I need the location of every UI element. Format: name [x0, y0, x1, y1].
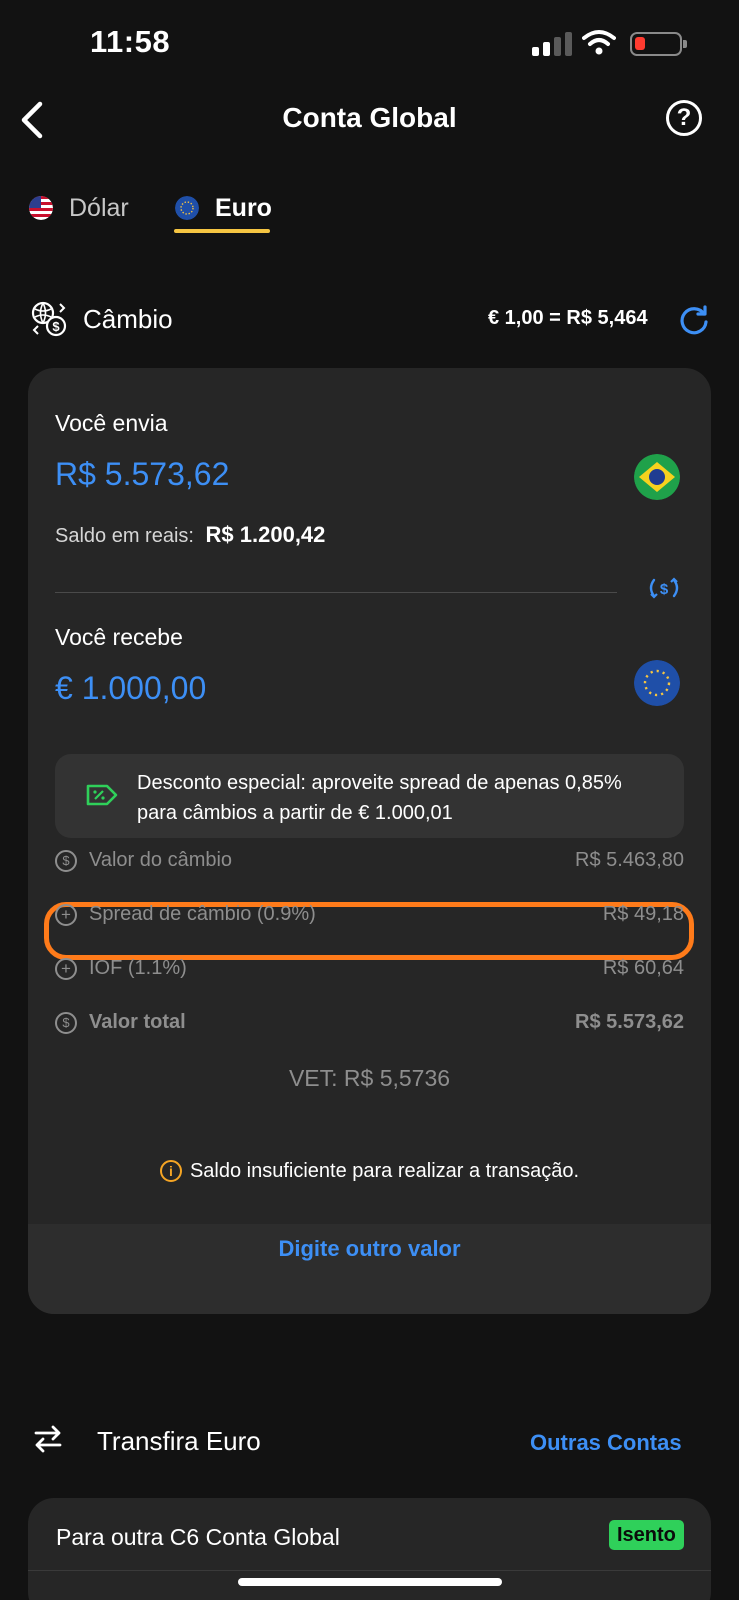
enter-other-value-button[interactable]: Digite outro valor [28, 1236, 711, 1262]
tab-euro-label: Euro [215, 194, 272, 222]
page-title: Conta Global [282, 102, 457, 133]
tab-dolar[interactable]: Dólar [29, 194, 139, 224]
transfer-arrows-icon [34, 1425, 62, 1453]
divider [55, 592, 617, 593]
promo-text: Desconto especial: aproveite spread de a… [137, 772, 622, 824]
row-valor-cambio: $ Valor do câmbio R$ 5.463,80 [55, 848, 684, 878]
list-item-label: Para outra C6 Conta Global [56, 1524, 340, 1550]
row-value: R$ 60,64 [602, 957, 684, 979]
discount-tag-icon [86, 784, 118, 806]
brazil-flag-icon [634, 454, 680, 500]
row-value: R$ 49,18 [602, 903, 684, 925]
active-tab-indicator [174, 229, 270, 233]
tab-dolar-label: Dólar [69, 194, 129, 222]
svg-text:$: $ [52, 319, 60, 334]
plus-circle-icon: + [55, 904, 77, 926]
row-value: R$ 5.573,62 [575, 1011, 684, 1033]
row-label: IOF (1.1%) [89, 957, 187, 979]
vet-value: VET: R$ 5,5736 [288, 1065, 451, 1091]
row-value: R$ 5.463,80 [575, 849, 684, 871]
refresh-icon[interactable] [678, 304, 710, 336]
us-flag-icon [29, 196, 53, 220]
receive-label: Você recebe [55, 624, 183, 650]
divider [28, 1570, 711, 1571]
swap-currency-icon[interactable]: $ [646, 574, 682, 602]
svg-text:$: $ [660, 581, 669, 598]
balance-line: Saldo em reais: R$ 1.200,42 [55, 522, 325, 548]
info-icon: i [159, 1160, 182, 1182]
row-label: Spread de câmbio (0.9%) [89, 903, 316, 925]
insufficient-balance-warning: i Saldo insuficiente para realizar a tran… [28, 1160, 711, 1183]
home-indicator[interactable] [238, 1578, 502, 1586]
other-accounts-link[interactable]: Outras Contas [530, 1430, 682, 1456]
eu-flag-icon [175, 196, 199, 220]
help-icon[interactable]: ? [666, 100, 702, 136]
send-label: Você envia [55, 410, 168, 436]
battery-icon [630, 32, 687, 56]
cellular-signal-icon [532, 30, 578, 56]
promo-banner: Desconto especial: aproveite spread de a… [55, 754, 684, 838]
exchange-rate: € 1,00 = R$ 5,464 [488, 307, 648, 329]
balance-value: R$ 1.200,42 [205, 522, 326, 547]
row-valor-total: $ Valor total R$ 5.573,62 [55, 1010, 684, 1040]
row-spread[interactable]: + Spread de câmbio (0.9%) R$ 49,18 [55, 902, 684, 932]
receive-amount[interactable]: € 1.000,00 [55, 670, 206, 707]
converter-card: Você envia R$ 5.573,62 Saldo em reais: R… [28, 368, 711, 1314]
row-label: Valor total [89, 1011, 186, 1033]
row-label: Valor do câmbio [89, 849, 233, 871]
dollar-circle-icon: $ [55, 1012, 77, 1034]
balance-label: Saldo em reais: [55, 525, 194, 547]
cambio-title: Câmbio [83, 304, 173, 334]
row-iof[interactable]: + IOF (1.1%) R$ 60,64 [55, 956, 684, 986]
fee-badge: Isento [609, 1520, 684, 1550]
tab-euro[interactable]: Euro [175, 194, 275, 224]
dollar-circle-icon: $ [55, 850, 77, 872]
wifi-icon [582, 30, 616, 55]
status-time: 11:58 [90, 24, 171, 59]
transfer-title: Transfira Euro [97, 1426, 261, 1456]
plus-circle-icon: + [55, 958, 77, 980]
send-amount[interactable]: R$ 5.573,62 [55, 456, 229, 493]
list-item[interactable]: Para outra C6 Conta Global Isento [28, 1498, 711, 1570]
warning-text: Saldo insuficiente para realizar a trans… [189, 1160, 580, 1182]
eu-flag-icon [634, 660, 680, 706]
currency-exchange-icon: $ [31, 301, 67, 337]
